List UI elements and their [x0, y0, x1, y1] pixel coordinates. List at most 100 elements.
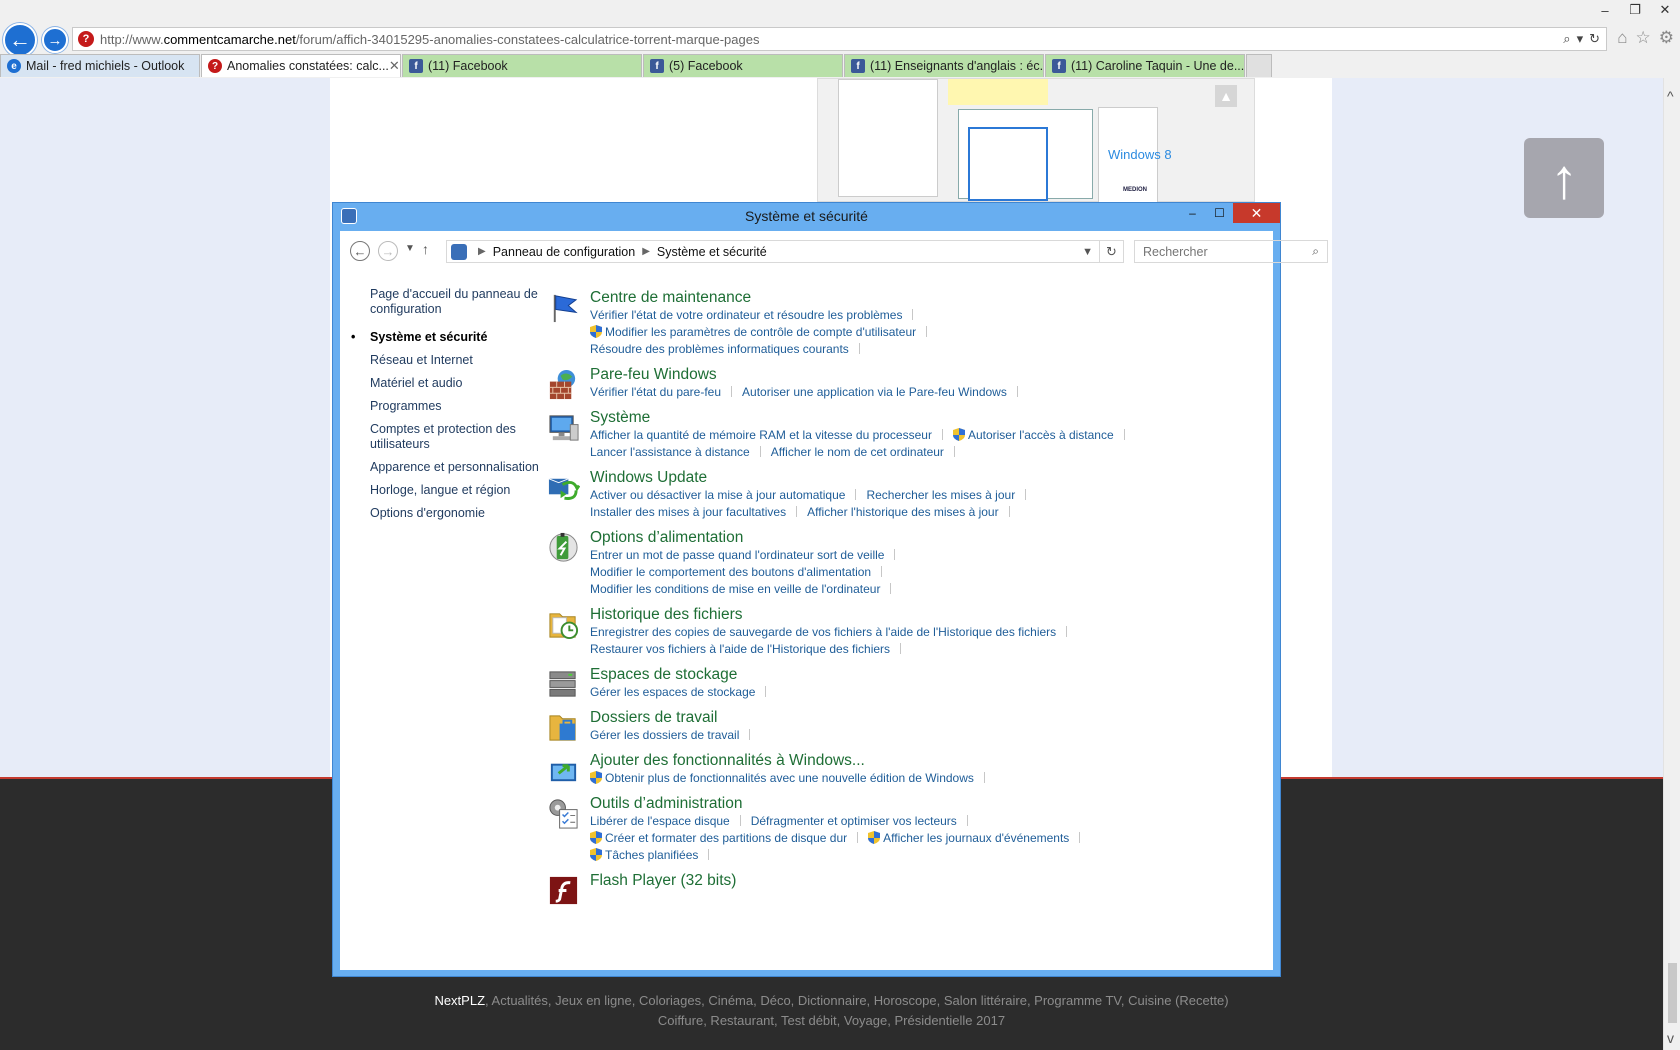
task-link[interactable]: Gérer les dossiers de travail: [590, 728, 739, 742]
nav-link[interactable]: Comptes et protection des utilisateurs: [351, 422, 541, 452]
back-button[interactable]: ←: [3, 23, 37, 57]
scroll-to-top-button[interactable]: ↑: [1524, 138, 1604, 218]
task-link[interactable]: Libérer de l'espace disque: [590, 814, 730, 828]
refresh-icon[interactable]: ↻: [1100, 240, 1124, 263]
task-link[interactable]: Créer et formater des partitions de disq…: [605, 831, 847, 845]
footer-links[interactable]: Coiffure, Restaurant, Test débit, Voyage…: [658, 1013, 1005, 1028]
task-link[interactable]: Vérifier l'état du pare-feu: [590, 385, 721, 399]
breadcrumb-chevron-icon[interactable]: ▶: [478, 246, 486, 257]
category-title[interactable]: Outils d’administration: [590, 794, 1265, 813]
nav-home-link[interactable]: Page d'accueil du panneau de configurati…: [351, 287, 541, 317]
category-title[interactable]: Options d’alimentation: [590, 528, 1265, 547]
task-link[interactable]: Gérer les espaces de stockage: [590, 685, 755, 699]
scrollbar-thumb[interactable]: [1668, 963, 1677, 1023]
search-icon[interactable]: ⌕: [1563, 31, 1570, 47]
minimize-icon[interactable]: –: [1590, 0, 1620, 20]
task-link[interactable]: Modifier les paramètres de contrôle de c…: [605, 325, 916, 339]
task-link[interactable]: Afficher les journaux d'événements: [883, 831, 1069, 845]
tab-facebook-1[interactable]: f (11) Facebook: [402, 54, 642, 77]
recent-locations-chevron-icon[interactable]: ▼: [405, 243, 415, 254]
forward-arrow-icon[interactable]: →: [378, 241, 398, 261]
flash-icon[interactable]: [547, 874, 580, 907]
task-link[interactable]: Autoriser l'accès à distance: [968, 428, 1114, 442]
close-icon[interactable]: ✕: [1650, 0, 1680, 20]
computer-icon[interactable]: [547, 411, 580, 444]
task-link[interactable]: Activer ou désactiver la mise à jour aut…: [590, 488, 845, 502]
task-link[interactable]: Tâches planifiées: [605, 848, 698, 862]
task-link[interactable]: Lancer l'assistance à distance: [590, 445, 750, 459]
update-icon[interactable]: [547, 471, 581, 504]
task-link[interactable]: Entrer un mot de passe quand l'ordinateu…: [590, 548, 884, 562]
file-history-icon[interactable]: [547, 608, 580, 641]
breadcrumb-item[interactable]: Panneau de configuration: [493, 245, 635, 259]
task-link[interactable]: Autoriser une application via le Pare-fe…: [742, 385, 1007, 399]
task-link[interactable]: Enregistrer des copies de sauvegarde de …: [590, 625, 1056, 639]
task-link[interactable]: Modifier les conditions de mise en veill…: [590, 582, 880, 596]
gear-icon[interactable]: ⚙: [1659, 28, 1674, 48]
category-title[interactable]: Centre de maintenance: [590, 288, 1265, 307]
task-link[interactable]: Installer des mises à jour facultatives: [590, 505, 786, 519]
task-link[interactable]: Résoudre des problèmes informatiques cou…: [590, 342, 849, 356]
search-icon[interactable]: ⌕: [1312, 244, 1327, 259]
nav-link[interactable]: Horloge, langue et région: [351, 483, 541, 498]
category-title[interactable]: Historique des fichiers: [590, 605, 1265, 624]
thumb-arrow-up-icon[interactable]: ▲: [1215, 85, 1237, 107]
battery-icon[interactable]: [547, 531, 580, 564]
scroll-down-icon[interactable]: v: [1667, 1030, 1674, 1046]
address-bar[interactable]: ? http://www.commentcamarche.net/forum/a…: [72, 27, 1607, 51]
scroll-up-icon[interactable]: ^: [1667, 88, 1674, 104]
category-title[interactable]: Pare-feu Windows: [590, 365, 1265, 384]
tab-close-icon[interactable]: ✕: [389, 58, 400, 74]
url-text[interactable]: http://www.commentcamarche.net/forum/aff…: [100, 32, 1563, 47]
home-icon[interactable]: ⌂: [1617, 28, 1627, 48]
flag-icon[interactable]: [547, 291, 580, 324]
forward-button[interactable]: →: [42, 27, 68, 53]
tab-facebook-3[interactable]: f (11) Enseignants d'anglais : éc...: [844, 54, 1044, 77]
nav-link[interactable]: Matériel et audio: [351, 376, 541, 391]
search-box[interactable]: ⌕: [1134, 240, 1328, 263]
category-title[interactable]: Windows Update: [590, 468, 1265, 487]
page-scrollbar[interactable]: ^ v: [1663, 78, 1680, 1050]
task-link[interactable]: Vérifier l'état de votre ordinateur et r…: [590, 308, 902, 322]
breadcrumb-item[interactable]: Système et sécurité: [657, 245, 767, 259]
nav-link[interactable]: Apparence et personnalisation: [351, 460, 541, 475]
tab-outlook[interactable]: e Mail - fred michiels - Outlook: [0, 54, 200, 77]
add-features-icon[interactable]: [547, 754, 580, 787]
search-input[interactable]: [1135, 244, 1313, 259]
footer-links[interactable]: Actualités, Jeux en ligne, Coloriages, C…: [492, 993, 1229, 1008]
category-title[interactable]: Système: [590, 408, 1265, 427]
category-title[interactable]: Espaces de stockage: [590, 665, 1265, 684]
tab-facebook-2[interactable]: f (5) Facebook: [643, 54, 843, 77]
favorites-star-icon[interactable]: ☆: [1636, 28, 1651, 48]
task-link[interactable]: Modifier le comportement des boutons d'a…: [590, 565, 871, 579]
back-arrow-icon[interactable]: ←: [350, 241, 370, 261]
category-title[interactable]: Ajouter des fonctionnalités à Windows...: [590, 751, 1265, 770]
new-tab-button[interactable]: [1246, 54, 1272, 77]
firewall-icon[interactable]: [547, 368, 580, 401]
task-link[interactable]: Afficher la quantité de mémoire RAM et l…: [590, 428, 932, 442]
nav-link[interactable]: Réseau et Internet: [351, 353, 541, 368]
nav-link[interactable]: Options d'ergonomie: [351, 506, 541, 521]
nav-link[interactable]: Programmes: [351, 399, 541, 414]
category-title[interactable]: Flash Player (32 bits): [590, 871, 1265, 890]
maximize-icon[interactable]: ☐: [1206, 203, 1233, 223]
breadcrumb-chevron-icon[interactable]: ▶: [642, 246, 650, 257]
task-link[interactable]: Restaurer vos fichiers à l'aide de l'His…: [590, 642, 890, 656]
footer-brand-link[interactable]: NextPLZ: [434, 993, 485, 1008]
task-link[interactable]: Afficher le nom de cet ordinateur: [771, 445, 944, 459]
category-title[interactable]: Dossiers de travail: [590, 708, 1265, 727]
restore-icon[interactable]: ❐: [1620, 0, 1650, 20]
tab-facebook-4[interactable]: f (11) Caroline Taquin - Une de...: [1045, 54, 1245, 77]
screenshot-thumbnail[interactable]: Windows 8 MEDION ▲: [817, 78, 1255, 203]
chevron-down-icon[interactable]: ▼: [1076, 246, 1099, 258]
task-link[interactable]: Afficher l'historique des mises à jour: [807, 505, 999, 519]
up-arrow-icon[interactable]: ↑: [422, 241, 429, 257]
task-link[interactable]: Défragmenter et optimiser vos lecteurs: [751, 814, 957, 828]
minimize-icon[interactable]: –: [1179, 203, 1206, 223]
tab-commentcamarche[interactable]: ? Anomalies constatées: calc... ✕: [201, 54, 401, 77]
storage-icon[interactable]: [547, 668, 580, 701]
task-link[interactable]: Rechercher les mises à jour: [866, 488, 1015, 502]
close-icon[interactable]: ✕: [1233, 203, 1280, 223]
work-folders-icon[interactable]: [547, 711, 580, 744]
task-link[interactable]: Obtenir plus de fonctionnalités avec une…: [605, 771, 974, 785]
